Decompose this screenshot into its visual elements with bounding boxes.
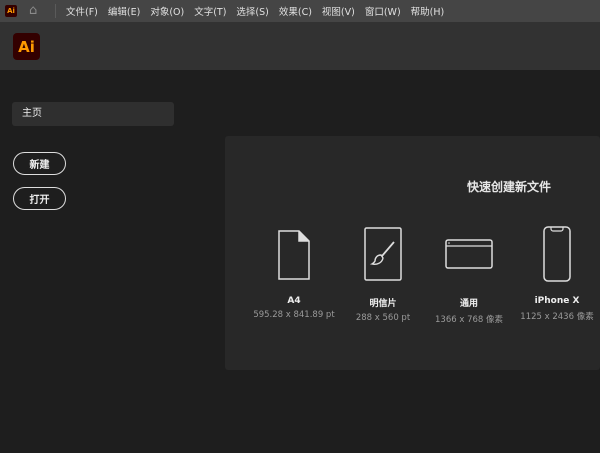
menu-select[interactable]: 选择(S) bbox=[236, 4, 268, 18]
home-icon[interactable]: ⌂ bbox=[29, 4, 45, 18]
new-button[interactable]: 新建 bbox=[13, 152, 66, 175]
preset-size: 1125 x 2436 像素 bbox=[520, 312, 594, 322]
preset-web[interactable]: 通用 1366 x 768 像素 bbox=[419, 226, 519, 325]
preset-name: A4 bbox=[287, 296, 301, 306]
document-icon bbox=[278, 230, 310, 280]
quick-create-title: 快速创建新文件 bbox=[467, 180, 552, 194]
header: Ai bbox=[0, 22, 600, 70]
menu-object[interactable]: 对象(O) bbox=[150, 4, 184, 18]
menu-effect[interactable]: 效果(C) bbox=[279, 4, 312, 18]
app-logo: Ai bbox=[13, 33, 40, 60]
preset-iphone-x[interactable]: iPhone X 1125 x 2436 像素 bbox=[507, 226, 600, 322]
app-logo-small: Ai bbox=[5, 5, 17, 17]
preset-size: 288 x 560 pt bbox=[355, 313, 411, 323]
preset-postcard[interactable]: 明信片 288 x 560 pt bbox=[333, 226, 433, 323]
menu-bar: Ai ⌂ 文件(F) 编辑(E) 对象(O) 文字(T) 选择(S) 效果(C)… bbox=[0, 0, 600, 22]
menu-window[interactable]: 窗口(W) bbox=[365, 4, 401, 18]
menu-view[interactable]: 视图(V) bbox=[322, 4, 355, 18]
preset-name: iPhone X bbox=[534, 296, 580, 306]
preset-name: 通用 bbox=[459, 299, 478, 309]
preset-a4[interactable]: A4 595.28 x 841.89 pt bbox=[244, 226, 344, 320]
brush-icon bbox=[364, 227, 402, 281]
phone-icon bbox=[543, 226, 571, 282]
preset-size: 1366 x 768 像素 bbox=[435, 315, 503, 325]
menu-type[interactable]: 文字(T) bbox=[194, 4, 226, 18]
menu-edit[interactable]: 编辑(E) bbox=[108, 4, 140, 18]
open-button[interactable]: 打开 bbox=[13, 187, 66, 210]
browser-window-icon bbox=[445, 239, 493, 269]
divider bbox=[55, 4, 56, 18]
preset-size: 595.28 x 841.89 pt bbox=[253, 310, 335, 320]
menu-file[interactable]: 文件(F) bbox=[66, 4, 98, 18]
sidebar-item-home[interactable]: 主页 bbox=[12, 102, 174, 126]
quick-create-panel: 快速创建新文件 A4 595.28 x 841.89 pt 明信片 288 x … bbox=[225, 136, 600, 370]
menu-help[interactable]: 帮助(H) bbox=[411, 4, 445, 18]
preset-name: 明信片 bbox=[369, 299, 397, 309]
